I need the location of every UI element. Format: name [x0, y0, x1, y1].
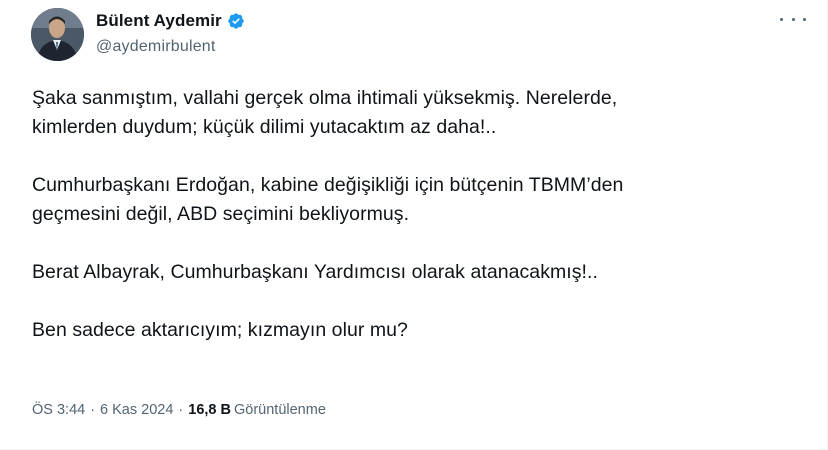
tweet-text: Şaka sanmıştım, vallahi gerçek olma ihti…: [32, 84, 802, 345]
tweet-paragraph: Berat Albayrak, Cumhurbaşkanı Yardımcısı…: [32, 261, 598, 283]
views-count: 16,8 B: [188, 402, 231, 418]
tweet-header: Bülent Aydemir @aydemirbulent: [96, 10, 245, 56]
tweet-time[interactable]: ÖS 3:44: [32, 402, 85, 418]
name-row: Bülent Aydemir: [96, 10, 245, 32]
views-label: Görüntülenme: [234, 402, 326, 418]
tweet-paragraph: Cumhurbaşkanı Erdoğan, kabine değişikliğ…: [32, 174, 624, 225]
tweet-date[interactable]: 6 Kas 2024: [100, 402, 173, 418]
tweet-paragraph: Şaka sanmıştım, vallahi gerçek olma ihti…: [32, 87, 618, 138]
user-handle[interactable]: @aydemirbulent: [96, 38, 245, 56]
tweet-paragraph: Ben sadece aktarıcıyım; kızmayın olur mu…: [32, 319, 408, 341]
tweet-card: Bülent Aydemir @aydemirbulent Şaka sanmı…: [0, 0, 828, 450]
verified-badge-icon[interactable]: [227, 12, 245, 30]
meta-separator: ·: [178, 402, 184, 418]
meta-separator: ·: [90, 402, 96, 418]
more-horizontal-icon[interactable]: [780, 12, 806, 26]
avatar[interactable]: [31, 8, 84, 61]
display-name[interactable]: Bülent Aydemir: [96, 11, 222, 31]
tweet-meta: ÖS 3:44 · 6 Kas 2024 · 16,8 B Görüntülen…: [32, 402, 326, 418]
